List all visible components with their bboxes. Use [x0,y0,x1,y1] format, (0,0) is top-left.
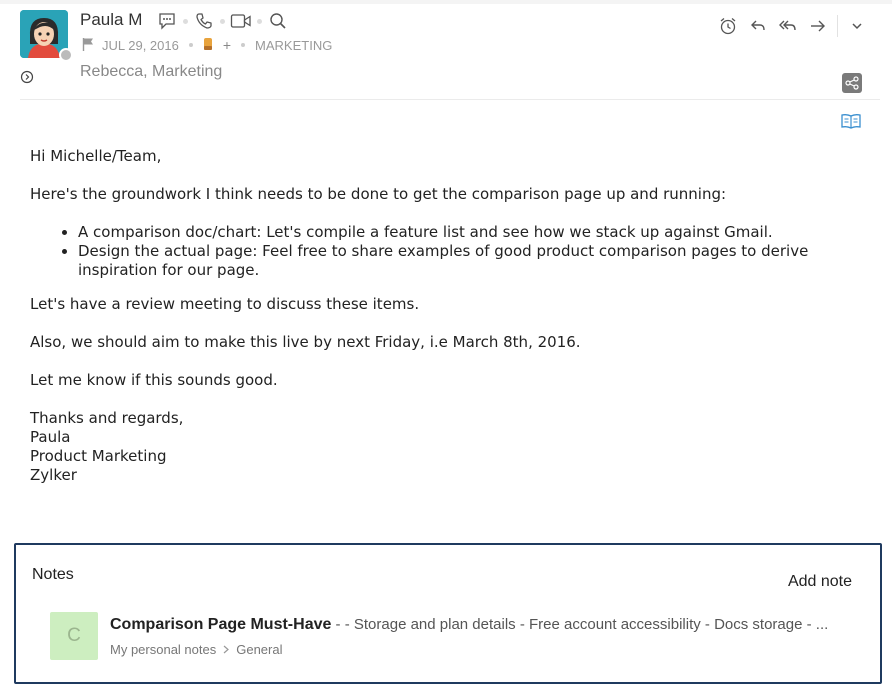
email-date: JUL 29, 2016 [102,37,179,53]
expand-details-icon[interactable] [20,70,34,89]
email-actions [713,14,872,38]
flag-icon[interactable] [82,37,94,54]
intro-paragraph: Here's the groundwork I think needs to b… [30,185,727,203]
note-summary: Comparison Page Must-Have - - Storage an… [110,616,850,634]
email-meta: JUL 29, 2016 + MARKETING [82,37,332,53]
quick-contact-icons [156,10,289,32]
section-name[interactable]: General [236,642,282,657]
notes-title: Notes [32,566,74,583]
share-icon[interactable] [842,73,862,93]
chevron-right-icon [223,642,230,657]
signature-line: Paula [30,428,71,446]
presence-status-dot [59,48,73,62]
video-icon[interactable] [230,10,252,32]
reminder-icon[interactable] [713,14,743,38]
list-item: Design the actual page: Feel free to sha… [78,242,870,280]
signature: Thanks and regards, Paula Product Market… [30,409,870,485]
divider [837,15,838,37]
folder-label[interactable]: MARKETING [255,38,332,53]
add-note-button[interactable]: Add note [788,573,852,591]
email-body: Hi Michelle/Team, Here's the groundwork … [30,147,870,485]
task-list: A comparison doc/chart: Let's compile a … [30,223,870,280]
paragraph: Let's have a review meeting to discuss t… [30,295,420,313]
notebook-name[interactable]: My personal notes [110,642,216,657]
sender-name[interactable]: Paula M [80,10,142,30]
note-item[interactable]: C Comparison Page Must-Have - - Storage … [50,612,850,662]
list-item: A comparison doc/chart: Let's compile a … [78,223,870,242]
forward-icon[interactable] [803,14,833,38]
separator-dot [183,18,188,24]
reader-view-icon[interactable] [840,112,862,135]
paragraph: Let me know if this sounds good. [30,371,278,389]
add-tag-button[interactable]: + [223,37,231,53]
signature-line: Thanks and regards, [30,409,184,427]
separator-dot [188,43,193,47]
search-icon[interactable] [267,10,289,32]
reply-all-icon[interactable] [773,14,803,38]
note-title[interactable]: Comparison Page Must-Have [110,616,331,633]
recipients[interactable]: Rebecca, Marketing [80,63,222,81]
separator-dot [241,43,246,47]
top-border [0,0,892,4]
chat-icon[interactable] [156,10,178,32]
separator-dot [257,18,262,24]
signature-line: Zylker [30,466,77,484]
note-snippet: - - Storage and plan details - Free acco… [331,616,829,633]
separator-dot [220,18,225,24]
note-breadcrumb: My personal notes General [110,642,282,657]
notes-panel: Notes Add note C Comparison Page Must-Ha… [14,543,882,684]
tag-icon[interactable] [203,37,213,54]
paragraph: Also, we should aim to make this live by… [30,333,581,351]
reply-icon[interactable] [743,14,773,38]
note-avatar: C [50,612,98,660]
signature-line: Product Marketing [30,447,167,465]
header-divider [20,99,880,100]
greeting: Hi Michelle/Team, [30,147,162,165]
phone-icon[interactable] [193,10,215,32]
more-icon[interactable] [842,14,872,38]
